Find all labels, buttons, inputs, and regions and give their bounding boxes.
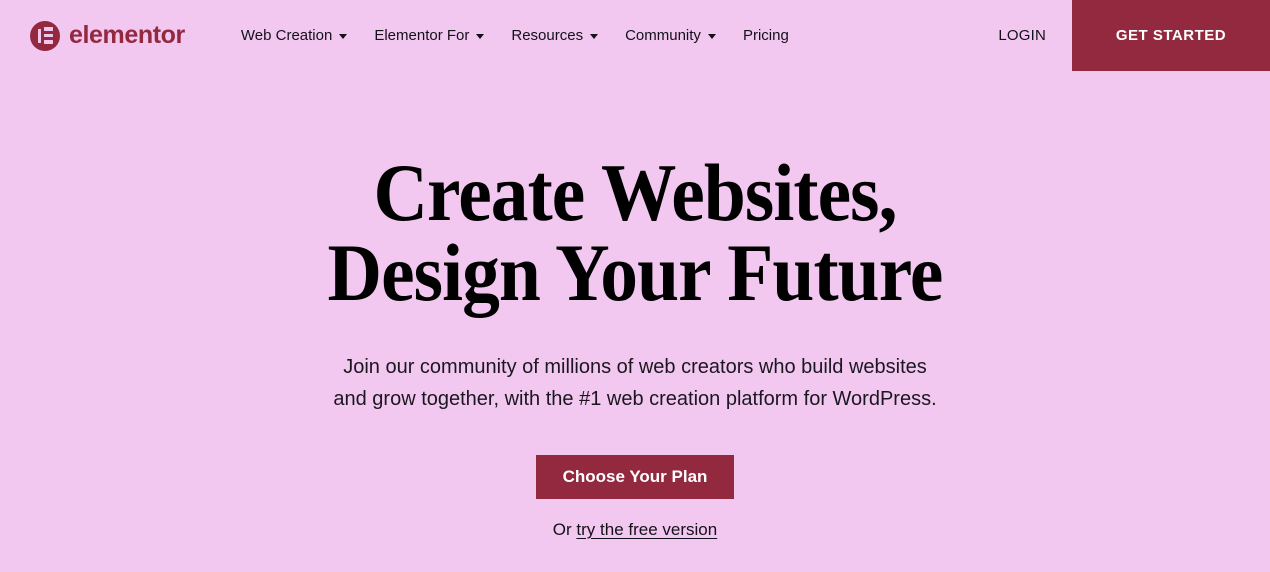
logo-horizontal-bars — [43, 27, 53, 44]
logo-vertical-bar — [37, 28, 41, 43]
hero-subtitle-line-1: Join our community of millions of web cr… — [343, 356, 927, 378]
logo-bar-2 — [43, 33, 53, 38]
page-title-line-1: Create Websites, — [373, 147, 897, 238]
primary-navigation: Web Creation Elementor For Resources Com… — [241, 28, 789, 43]
get-started-button[interactable]: GET STARTED — [1072, 0, 1270, 71]
nav-item-web-creation[interactable]: Web Creation — [240, 27, 348, 44]
elementor-logo-icon — [30, 20, 60, 51]
choose-your-plan-button[interactable]: Choose Your Plan — [536, 455, 734, 499]
nav-item-label: Pricing — [742, 27, 789, 44]
nav-item-label: Elementor For — [374, 27, 470, 44]
logo-bar-1 — [43, 27, 53, 31]
chevron-down-icon — [476, 34, 485, 39]
hero-subtitle-line-2: and grow together, with the #1 web creat… — [333, 388, 937, 410]
logo-bar-3 — [43, 40, 53, 44]
nav-item-label: Web Creation — [240, 27, 333, 44]
chevron-down-icon — [339, 34, 348, 39]
brand-name: elementor — [69, 21, 185, 49]
nav-item-elementor-for[interactable]: Elementor For — [374, 27, 485, 44]
nav-item-label: Community — [625, 27, 701, 44]
nav-item-resources[interactable]: Resources — [511, 27, 599, 44]
hero-section: Create Websites, Design Your Future Join… — [0, 71, 1270, 572]
brand-logo[interactable]: elementor — [30, 20, 185, 51]
chevron-down-icon — [707, 34, 716, 39]
header-actions: LOGIN GET STARTED — [972, 0, 1270, 71]
page-title-line-2: Design Your Future — [327, 227, 944, 318]
nav-item-pricing[interactable]: Pricing — [743, 28, 789, 43]
login-link[interactable]: LOGIN — [972, 27, 1072, 44]
hero-cta-group: Choose Your Plan Or try the free version — [0, 455, 1270, 541]
try-free-version-link[interactable]: try the free version — [576, 520, 717, 539]
nav-item-label: Resources — [511, 27, 584, 44]
hero-subtitle: Join our community of millions of web cr… — [0, 351, 1270, 415]
nav-item-community[interactable]: Community — [625, 28, 716, 43]
site-header: elementor Web Creation Elementor For Res… — [0, 0, 1270, 71]
free-version-prefix: Or — [552, 520, 577, 539]
free-version-line: Or try the free version — [0, 519, 1270, 541]
page-title: Create Websites, Design Your Future — [51, 152, 1219, 314]
chevron-down-icon — [590, 34, 599, 39]
